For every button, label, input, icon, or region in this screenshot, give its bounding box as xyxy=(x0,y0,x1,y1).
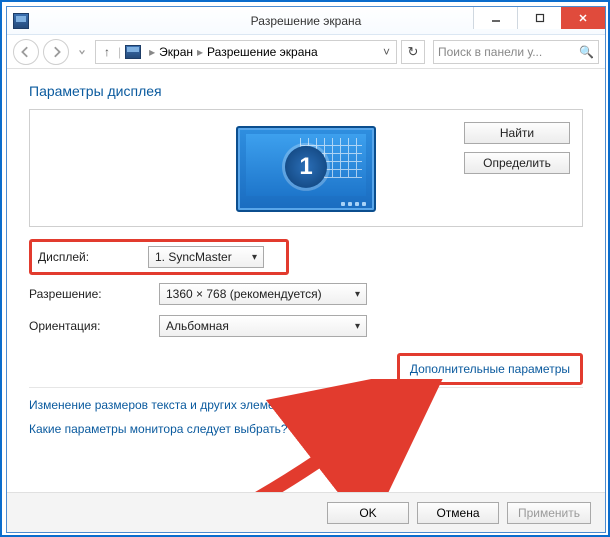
apply-button: Применить xyxy=(507,502,591,524)
forward-button[interactable] xyxy=(43,39,69,65)
separator xyxy=(29,387,583,388)
page-heading: Параметры дисплея xyxy=(29,83,583,99)
navbar: ↑ | ▸ Экран ▸ Разрешение экрана ˅ ↻ Поис… xyxy=(7,35,605,69)
resolution-select[interactable]: 1360 × 768 (рекомендуется) ▾ xyxy=(159,283,367,305)
search-input[interactable]: Поиск в панели у... 🔍 xyxy=(433,40,599,64)
detect-button[interactable]: Определить xyxy=(464,152,570,174)
crumb-resolution[interactable]: Разрешение экрана xyxy=(207,45,318,59)
display-preview: 1 Найти Определить xyxy=(29,109,583,227)
chevron-down-icon: ▾ xyxy=(355,321,360,332)
back-button[interactable] xyxy=(13,39,39,65)
ok-button[interactable]: OK xyxy=(327,502,409,524)
minimize-button[interactable] xyxy=(473,7,517,29)
which-monitor-link[interactable]: Какие параметры монитора следует выбрать… xyxy=(29,422,288,436)
close-button[interactable] xyxy=(561,7,605,29)
chevron-right-icon: ▸ xyxy=(149,45,155,59)
resolution-label: Разрешение: xyxy=(29,287,159,301)
chevron-down-icon: ▾ xyxy=(355,289,360,300)
orientation-select[interactable]: Альбомная ▾ xyxy=(159,315,367,337)
refresh-button[interactable]: ↻ xyxy=(401,40,425,64)
breadcrumb[interactable]: ↑ | ▸ Экран ▸ Разрешение экрана ˅ xyxy=(95,40,397,64)
advanced-link-highlight: Дополнительные параметры xyxy=(397,353,583,385)
display-label: Дисплей: xyxy=(38,250,148,264)
up-icon[interactable]: ↑ xyxy=(96,45,118,59)
content: Параметры дисплея 1 Найти Определить Дис… xyxy=(7,69,605,492)
window: Разрешение экрана ↑ | ▸ Экран xyxy=(6,6,606,533)
app-icon xyxy=(13,13,29,29)
maximize-button[interactable] xyxy=(517,7,561,29)
titlebar: Разрешение экрана xyxy=(7,7,605,35)
monitor-number: 1 xyxy=(285,146,327,188)
orientation-label: Ориентация: xyxy=(29,319,159,333)
monitor-thumbnail[interactable]: 1 xyxy=(236,126,376,212)
display-row-highlight: Дисплей: 1. SyncMaster ▾ xyxy=(29,239,289,275)
monitor-icon xyxy=(125,45,141,59)
crumb-screen[interactable]: Экран xyxy=(159,45,193,59)
advanced-settings-link[interactable]: Дополнительные параметры xyxy=(410,362,570,376)
search-placeholder: Поиск в панели у... xyxy=(438,45,542,59)
chevron-right-icon: ▸ xyxy=(197,45,203,59)
find-button[interactable]: Найти xyxy=(464,122,570,144)
chevron-down-icon[interactable]: ˅ xyxy=(377,45,396,59)
display-select[interactable]: 1. SyncMaster ▾ xyxy=(148,246,264,268)
recent-dropdown[interactable] xyxy=(73,43,91,61)
chevron-down-icon: ▾ xyxy=(252,252,257,263)
cancel-button[interactable]: Отмена xyxy=(417,502,499,524)
footer: OK Отмена Применить xyxy=(7,492,605,532)
search-icon: 🔍 xyxy=(579,45,594,59)
text-size-link[interactable]: Изменение размеров текста и других элеме… xyxy=(29,398,300,412)
